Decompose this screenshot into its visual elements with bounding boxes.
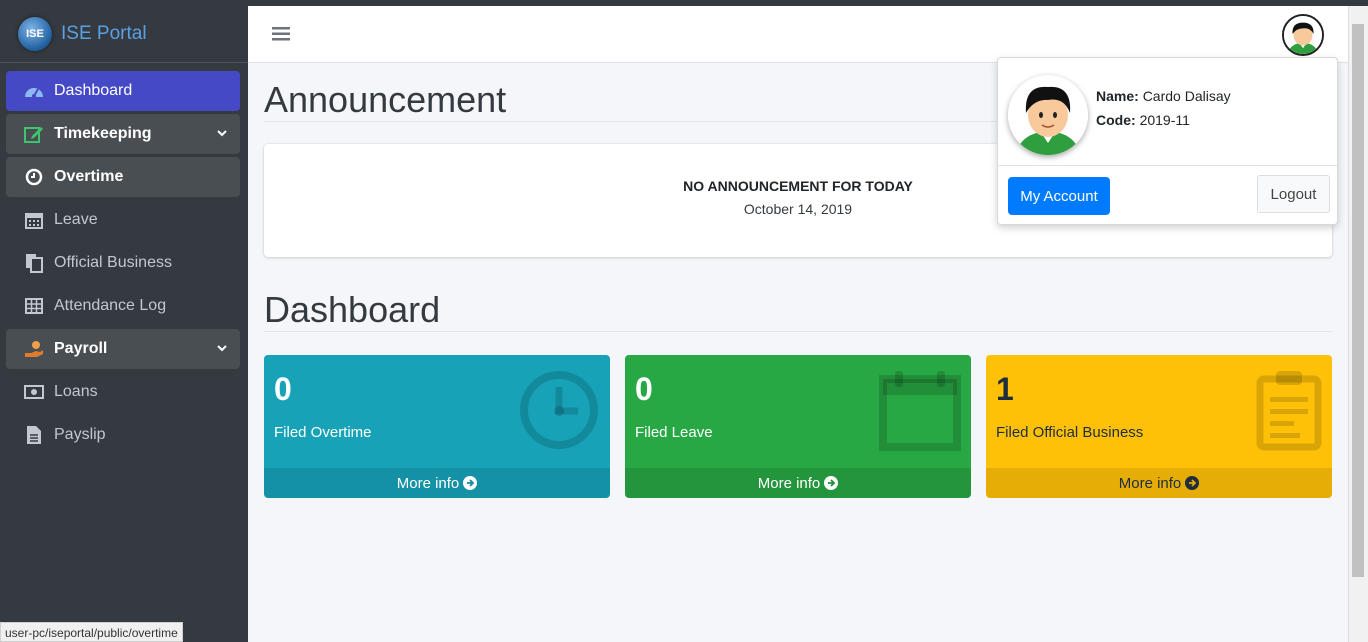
sidebar-item-label: Timekeeping [54, 125, 152, 142]
hand-money-icon [24, 339, 44, 359]
brand[interactable]: ISE ISE Portal [0, 6, 248, 63]
sidebar-item-loans[interactable]: Loans [6, 372, 240, 412]
user-name: Cardo Dalisay [1142, 88, 1231, 104]
calendar-icon [879, 369, 961, 456]
sidebar-item-dashboard[interactable]: Dashboard [6, 71, 240, 111]
more-info-link[interactable]: More info [264, 468, 610, 498]
filed-leave-box: 0 Filed Leave More info [625, 355, 971, 498]
browser-status-url: user-pc/iseportal/public/overtime [0, 622, 183, 642]
clipboard-icon [1256, 369, 1322, 456]
chevron-down-icon [216, 126, 228, 144]
arrow-circle-right-icon [824, 476, 839, 490]
box-label: Filed Leave [635, 424, 713, 441]
code-label: Code: [1096, 112, 1136, 128]
sidebar-item-label: Dashboard [54, 82, 133, 99]
sidebar-item-official-business[interactable]: Official Business [6, 243, 240, 283]
edit-icon [24, 124, 44, 144]
avatar-icon [1284, 16, 1322, 54]
dashboard-heading: Dashboard [264, 289, 441, 330]
box-count: 0 [635, 371, 653, 407]
calendar-icon [24, 210, 44, 230]
brand-logo-icon: ISE [18, 17, 52, 51]
sidebar-item-label: Overtime [54, 168, 124, 185]
box-label: Filed Overtime [274, 424, 372, 441]
sidebar-item-label: Loans [54, 383, 98, 400]
scrollbar-thumb[interactable] [1352, 24, 1364, 577]
sidebar-nav: Dashboard Timekeeping Overtime Leave Off… [0, 63, 248, 455]
sidebar-item-payroll[interactable]: Payroll [6, 329, 240, 369]
my-account-button[interactable]: My Account [1008, 177, 1110, 215]
box-label: Filed Official Business [996, 424, 1144, 441]
user-avatar-button[interactable] [1282, 14, 1324, 56]
sidebar-item-timekeeping[interactable]: Timekeeping [6, 114, 240, 154]
sidebar: ISE ISE Portal Dashboard Timekeeping Ove… [0, 6, 248, 642]
more-info-label: More info [396, 474, 460, 492]
user-name-row: Name: Cardo Dalisay [1096, 88, 1231, 104]
clock-icon [24, 167, 44, 187]
sidebar-item-label: Attendance Log [54, 297, 167, 314]
money-bill-icon [24, 382, 44, 402]
tachometer-icon [24, 81, 44, 101]
filed-overtime-box: 0 Filed Overtime More info [264, 355, 610, 498]
file-icon [24, 425, 44, 445]
logout-button[interactable]: Logout [1257, 175, 1330, 213]
table-icon [24, 296, 44, 316]
arrow-circle-right-icon [463, 476, 478, 490]
more-info-label: More info [757, 474, 821, 492]
more-info-link[interactable]: More info [625, 468, 971, 498]
sidebar-item-attendance-log[interactable]: Attendance Log [6, 286, 240, 326]
arrow-circle-right-icon [1185, 476, 1200, 490]
user-info-header: Name: Cardo Dalisay Code: 2019-11 [998, 58, 1337, 166]
avatar-icon [1008, 75, 1088, 155]
brand-title: ISE Portal [61, 23, 147, 44]
divider [264, 331, 1332, 332]
clock-icon [518, 369, 600, 456]
hamburger-menu-icon[interactable] [271, 25, 291, 48]
user-code-row: Code: 2019-11 [1096, 112, 1190, 128]
top-navbar [248, 6, 1348, 63]
user-code: 2019-11 [1139, 112, 1190, 128]
name-label: Name: [1096, 88, 1139, 104]
sidebar-item-overtime[interactable]: Overtime [6, 157, 240, 197]
page-scrollbar[interactable] [1348, 6, 1368, 642]
more-info-label: More info [1118, 474, 1182, 492]
announcement-heading: Announcement [264, 79, 507, 120]
filed-official-business-box: 1 Filed Official Business More info [986, 355, 1332, 498]
sidebar-item-label: Official Business [54, 254, 172, 271]
sidebar-item-payslip[interactable]: Payslip [6, 415, 240, 455]
more-info-link[interactable]: More info [986, 468, 1332, 498]
sidebar-item-label: Payroll [54, 340, 108, 357]
box-count: 0 [274, 371, 292, 407]
box-count: 1 [996, 371, 1014, 407]
chevron-down-icon [216, 341, 228, 359]
sidebar-item-leave[interactable]: Leave [6, 200, 240, 240]
sidebar-item-label: Leave [54, 211, 98, 228]
copy-icon [24, 253, 44, 273]
user-dropdown-menu: Name: Cardo Dalisay Code: 2019-11 My Acc… [997, 57, 1338, 225]
sidebar-item-label: Payslip [54, 426, 106, 443]
